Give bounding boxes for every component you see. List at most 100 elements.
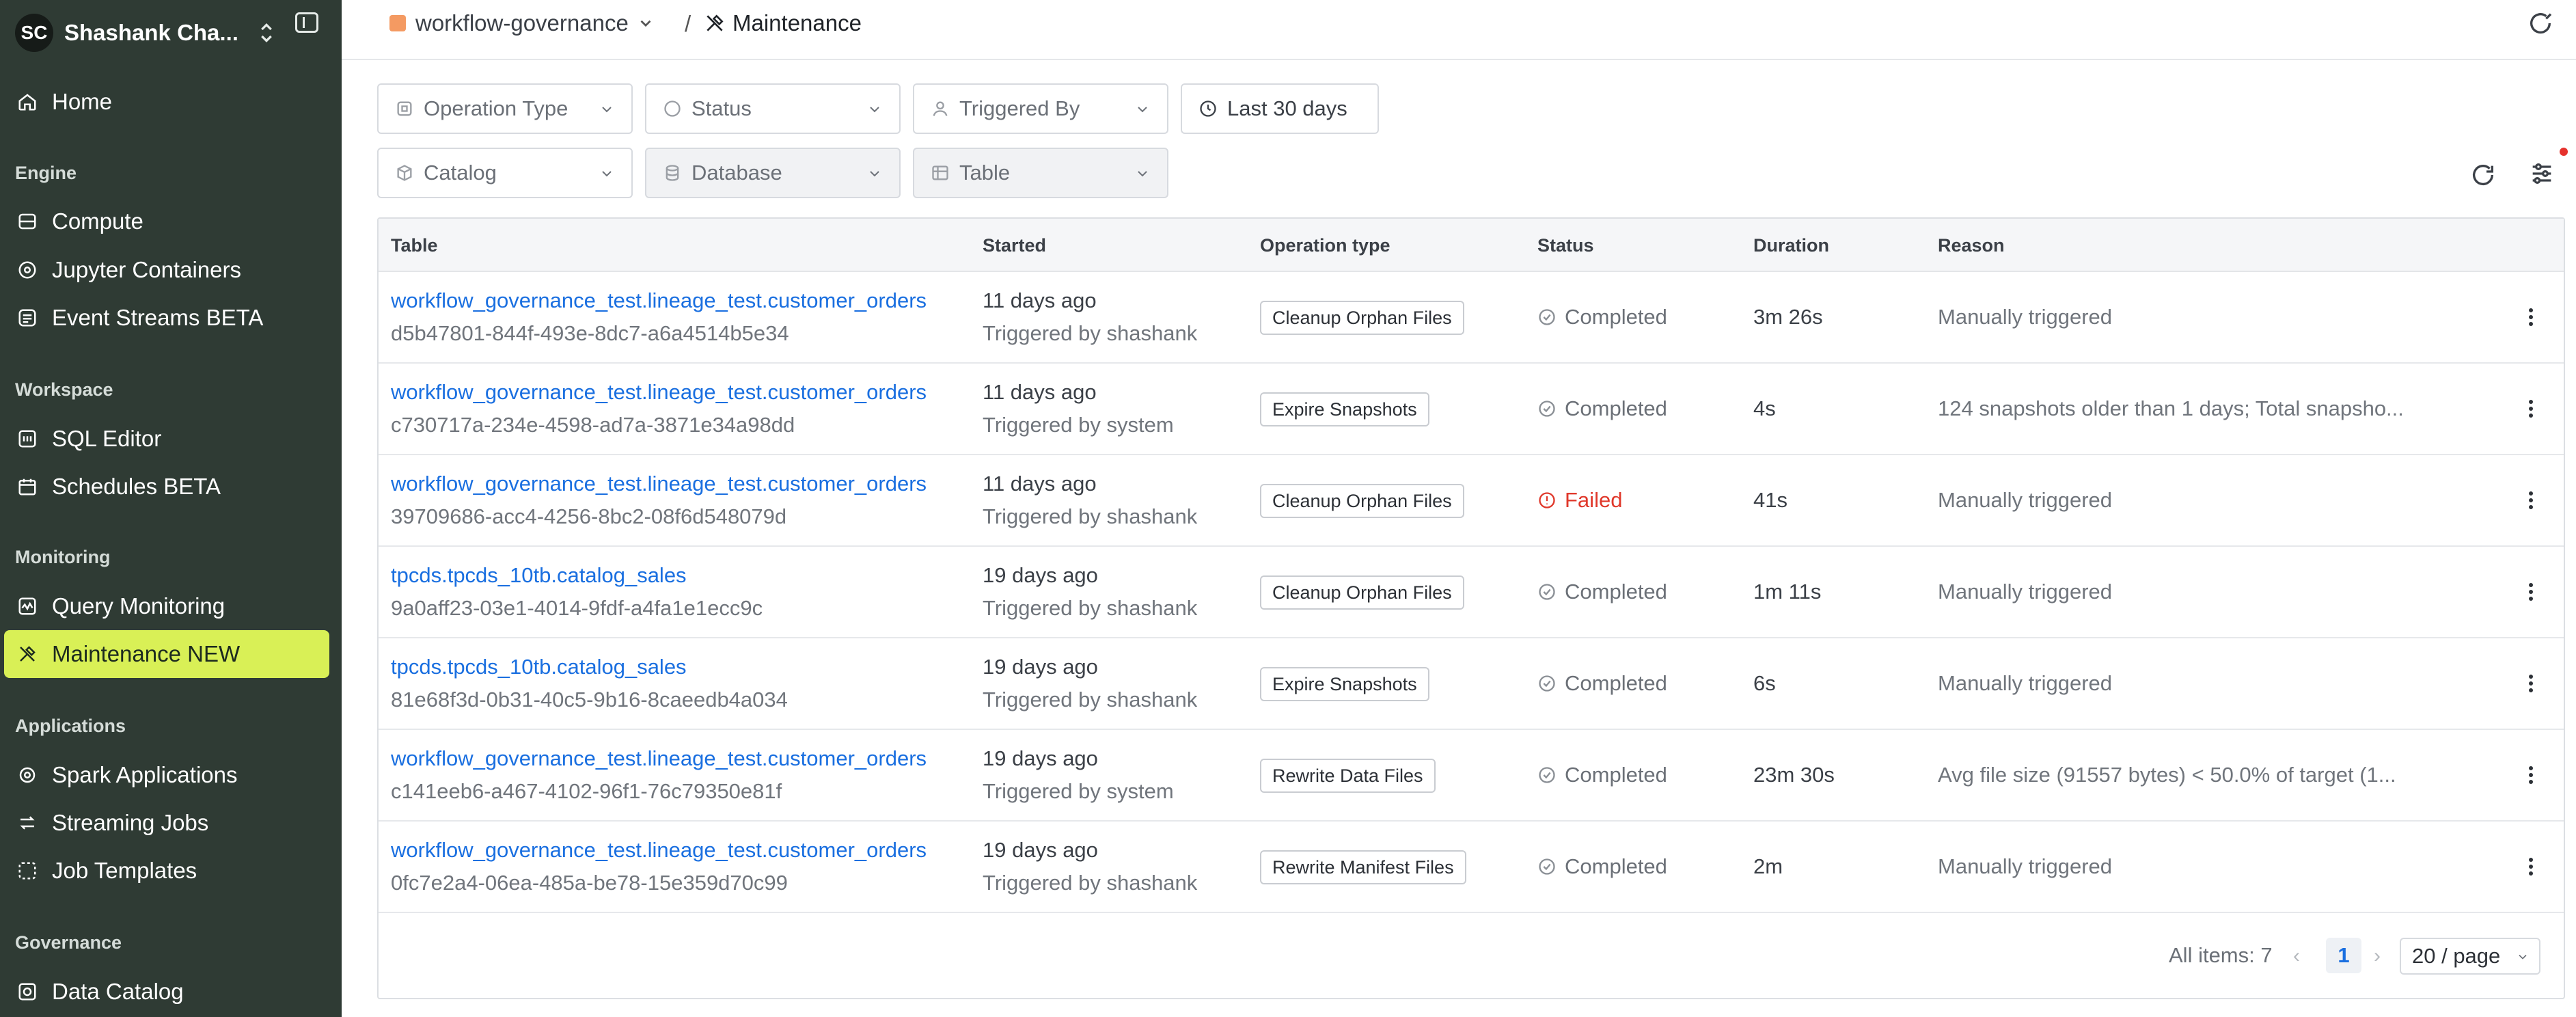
chevron-up-down-icon[interactable] bbox=[253, 19, 280, 46]
table-name-link[interactable]: workflow_governance_test.lineage_test.cu… bbox=[391, 472, 927, 496]
status-text: Failed bbox=[1565, 488, 1623, 512]
column-header-reason[interactable]: Reason bbox=[1938, 235, 2005, 256]
database-filter[interactable]: Database bbox=[645, 148, 901, 198]
project-selector[interactable]: workflow-governance bbox=[389, 10, 655, 37]
started-time: 11 days ago bbox=[983, 288, 1097, 312]
table-row[interactable]: workflow_governance_test.lineage_test.cu… bbox=[379, 455, 2564, 547]
arrows-icon bbox=[15, 811, 40, 835]
operation-id: d5b47801-844f-493e-8dc7-a6a4514b5e34 bbox=[391, 321, 789, 345]
status-badge: Completed bbox=[1537, 854, 1667, 879]
tools-icon bbox=[707, 14, 724, 31]
table-row[interactable]: workflow_governance_test.lineage_test.cu… bbox=[379, 272, 2564, 364]
started-time: 11 days ago bbox=[983, 472, 1097, 496]
filter-label: Operation Type bbox=[424, 96, 568, 120]
calendar-icon bbox=[15, 474, 40, 499]
sidebar-item-jupyter[interactable]: Jupyter Containers bbox=[4, 246, 329, 294]
sliders-icon[interactable] bbox=[2528, 160, 2556, 187]
sidebar-item-event-streams[interactable]: Event Streams BETA bbox=[4, 294, 329, 342]
user-menu[interactable]: SC Shashank Cha... bbox=[15, 11, 329, 55]
column-header-duration[interactable]: Duration bbox=[1753, 235, 1829, 256]
status-text: Completed bbox=[1565, 854, 1667, 878]
filter-label: Triggered By bbox=[959, 96, 1080, 120]
duration: 23m 30s bbox=[1753, 763, 1835, 787]
started-time: 19 days ago bbox=[983, 838, 1098, 862]
status-text: Completed bbox=[1565, 305, 1667, 329]
column-header-started[interactable]: Started bbox=[983, 235, 1046, 256]
table-row[interactable]: workflow_governance_test.lineage_test.cu… bbox=[379, 822, 2564, 913]
status-badge: Failed bbox=[1537, 488, 1622, 513]
table-name-link[interactable]: workflow_governance_test.lineage_test.cu… bbox=[391, 380, 927, 405]
table-row[interactable]: workflow_governance_test.lineage_test.cu… bbox=[379, 364, 2564, 455]
pagination-page-1[interactable]: 1 bbox=[2326, 938, 2361, 973]
table-name-link[interactable]: workflow_governance_test.lineage_test.cu… bbox=[391, 838, 927, 863]
sidebar-item-data-catalog[interactable]: Data Catalog bbox=[4, 968, 329, 1016]
user-icon bbox=[931, 99, 950, 118]
column-header-operation-type[interactable]: Operation type bbox=[1260, 235, 1390, 256]
page-size-select[interactable]: 20 / page bbox=[2400, 938, 2540, 975]
sidebar-item-label: Query Monitoring bbox=[52, 593, 225, 619]
sidebar-collapse-icon[interactable] bbox=[295, 12, 318, 33]
duration: 2m bbox=[1753, 854, 1783, 878]
alert-circle-icon bbox=[1539, 492, 1555, 508]
chevron-down-icon bbox=[602, 107, 612, 113]
breadcrumb-current: Maintenance bbox=[704, 10, 862, 37]
chevron-down-icon bbox=[870, 107, 879, 113]
sidebar-item-job-templates[interactable]: Job Templates bbox=[4, 847, 329, 895]
started-time: 19 days ago bbox=[983, 746, 1098, 770]
filter-label: Last 30 days bbox=[1227, 96, 1347, 120]
row-actions-icon[interactable] bbox=[2517, 577, 2545, 607]
table-name-link[interactable]: tpcds.tpcds_10tb.catalog_sales bbox=[391, 563, 687, 588]
sidebar-item-home[interactable]: Home bbox=[4, 78, 329, 126]
status-circle-icon bbox=[663, 99, 682, 118]
refresh-icon[interactable] bbox=[2469, 161, 2497, 189]
row-actions-icon[interactable] bbox=[2517, 302, 2545, 332]
status-badge: Completed bbox=[1537, 580, 1667, 604]
chevron-down-icon bbox=[870, 171, 879, 177]
table-name-link[interactable]: tpcds.tpcds_10tb.catalog_sales bbox=[391, 655, 687, 679]
status-badge: Completed bbox=[1537, 763, 1667, 787]
row-actions-icon[interactable] bbox=[2517, 485, 2545, 515]
table-name-link[interactable]: workflow_governance_test.lineage_test.cu… bbox=[391, 288, 927, 313]
column-header-status[interactable]: Status bbox=[1537, 235, 1594, 256]
gear-icon bbox=[15, 763, 40, 787]
sidebar-item-maintenance[interactable]: Maintenance NEW bbox=[4, 630, 329, 678]
catalog-filter[interactable]: Catalog bbox=[377, 148, 633, 198]
sidebar-item-schedules[interactable]: Schedules BETA bbox=[4, 463, 329, 511]
check-circle-icon bbox=[1539, 675, 1555, 692]
date-range-filter[interactable]: Last 30 days bbox=[1181, 83, 1379, 134]
table-header: Table Started Operation type Status Dura… bbox=[379, 219, 2564, 272]
triggered-by: Triggered by shashank bbox=[983, 871, 1198, 895]
sidebar-item-query-monitoring[interactable]: Query Monitoring bbox=[4, 582, 329, 630]
pagination-next-icon[interactable]: › bbox=[2374, 945, 2394, 968]
table-row[interactable]: workflow_governance_test.lineage_test.cu… bbox=[379, 730, 2564, 822]
triggered-by: Triggered by system bbox=[983, 413, 1174, 437]
feedback-icon[interactable] bbox=[2527, 10, 2554, 37]
filter-label: Status bbox=[691, 96, 752, 120]
project-name: workflow-governance bbox=[415, 10, 629, 36]
row-actions-icon[interactable] bbox=[2517, 760, 2545, 790]
status-filter[interactable]: Status bbox=[645, 83, 901, 134]
top-bar: workflow-governance / Maintenance bbox=[342, 0, 2576, 60]
table-row[interactable]: tpcds.tpcds_10tb.catalog_sales 81e68f3d-0… bbox=[379, 638, 2564, 730]
duration: 4s bbox=[1753, 396, 1776, 420]
check-circle-icon bbox=[1539, 858, 1555, 875]
table-name-link[interactable]: workflow_governance_test.lineage_test.cu… bbox=[391, 746, 927, 771]
section-workspace: Workspace bbox=[15, 379, 113, 400]
column-header-table[interactable]: Table bbox=[391, 235, 438, 256]
sidebar-item-sql-editor[interactable]: SQL Editor bbox=[4, 415, 329, 463]
sidebar-item-label: SQL Editor bbox=[52, 426, 162, 451]
table-filter[interactable]: Table bbox=[913, 148, 1168, 198]
operation-type-filter[interactable]: Operation Type bbox=[377, 83, 633, 134]
notification-dot bbox=[2560, 148, 2568, 156]
operation-icon bbox=[395, 99, 414, 118]
sidebar-item-spark-applications[interactable]: Spark Applications bbox=[4, 751, 329, 799]
row-actions-icon[interactable] bbox=[2517, 668, 2545, 699]
sidebar-item-streaming-jobs[interactable]: Streaming Jobs bbox=[4, 799, 329, 847]
table-row[interactable]: tpcds.tpcds_10tb.catalog_sales 9a0aff23-0… bbox=[379, 547, 2564, 638]
operation-type-badge: Rewrite Manifest Files bbox=[1260, 850, 1466, 884]
triggered-by-filter[interactable]: Triggered By bbox=[913, 83, 1168, 134]
pagination-prev-icon[interactable]: ‹ bbox=[2293, 945, 2314, 968]
row-actions-icon[interactable] bbox=[2517, 852, 2545, 882]
row-actions-icon[interactable] bbox=[2517, 394, 2545, 424]
sidebar-item-compute[interactable]: Compute bbox=[4, 198, 329, 245]
